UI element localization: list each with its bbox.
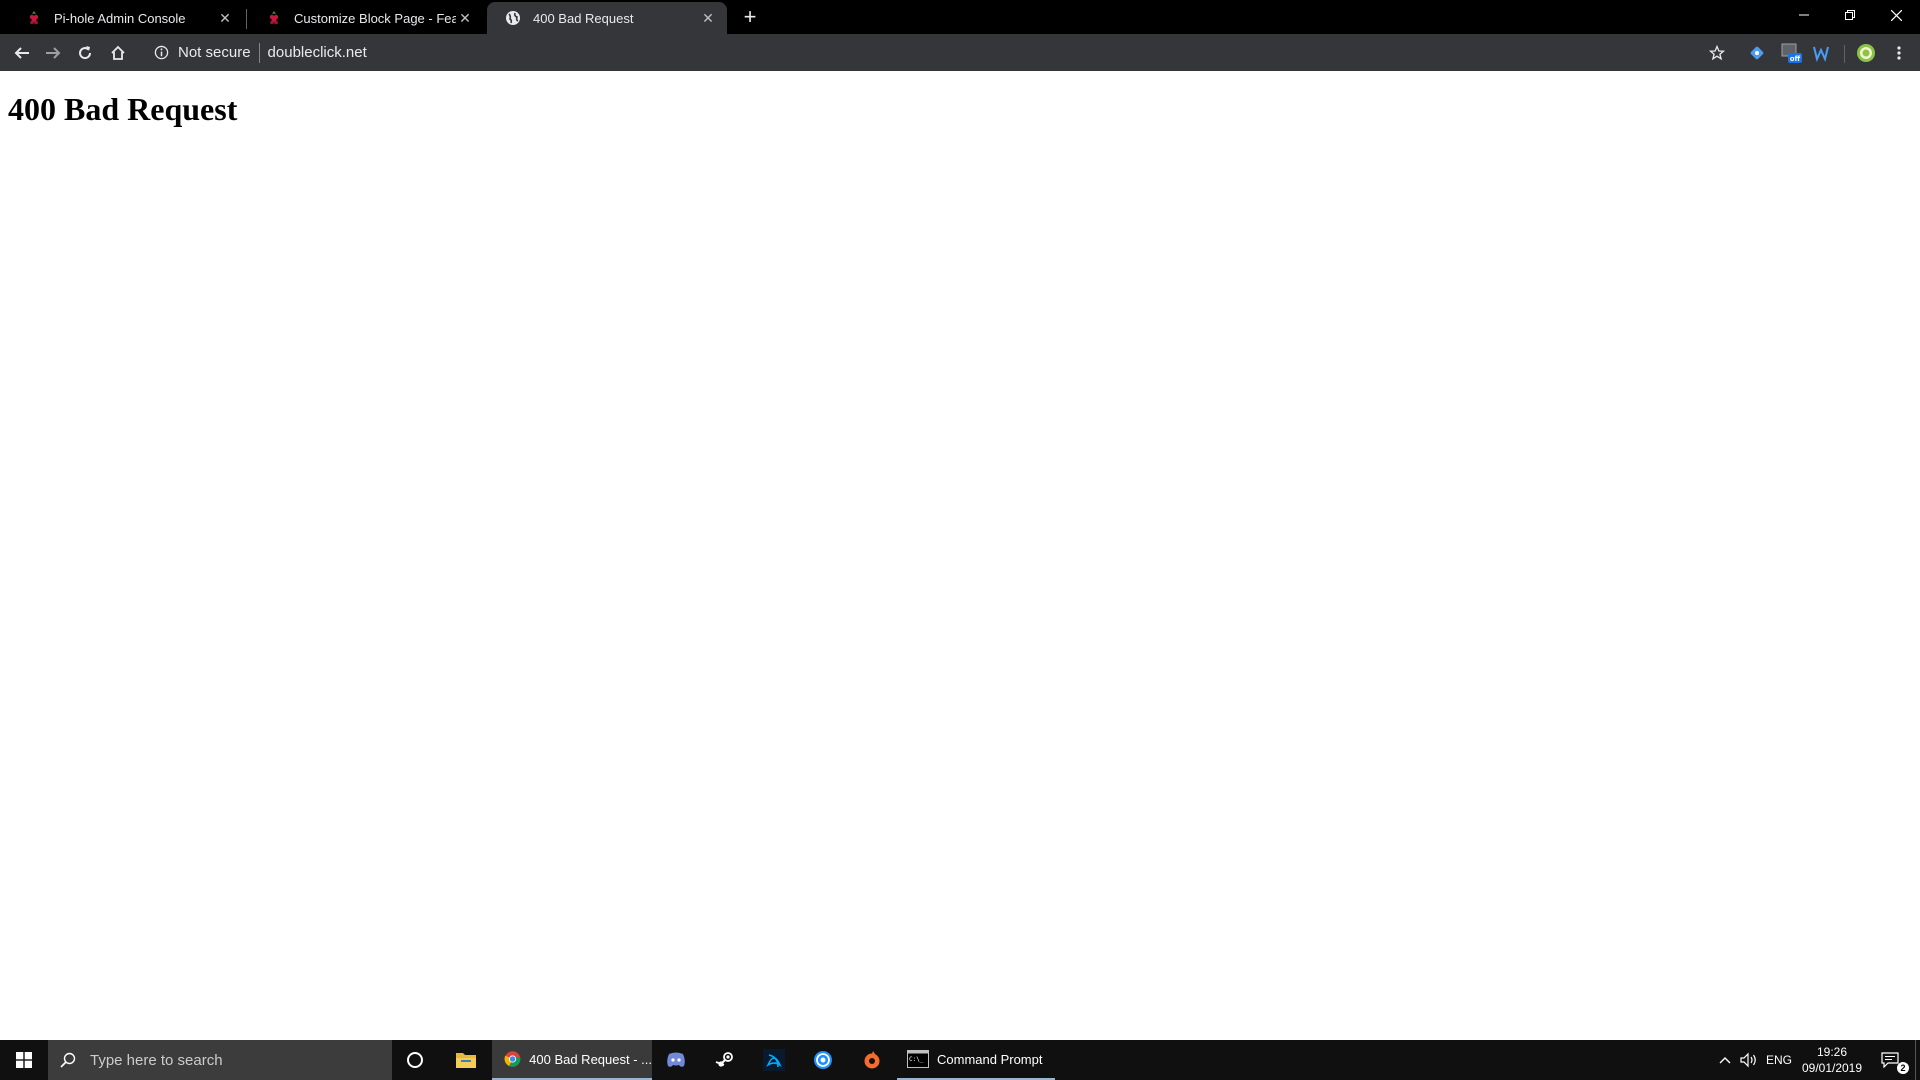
page-heading: 400 Bad Request — [8, 91, 238, 127]
home-button[interactable] — [102, 37, 134, 69]
tab-title: Pi-hole Admin Console — [54, 10, 186, 26]
chrome-icon — [504, 1051, 521, 1067]
windows-taskbar: Type here to search 400 Bad Request - ..… — [0, 1040, 1920, 1080]
page-content: 400 Bad Request — [0, 71, 1920, 1040]
steam-icon — [715, 1052, 733, 1067]
browser-toolbar: Not secure doubleclick.net off — [0, 34, 1920, 71]
svg-text:C:\_: C:\_ — [909, 1056, 924, 1063]
info-icon[interactable] — [148, 40, 174, 66]
show-hidden-icons-button[interactable] — [1713, 1040, 1737, 1080]
tab-pihole-admin[interactable]: Pi-hole Admin Console ✕ — [8, 2, 244, 34]
close-tab-icon[interactable]: ✕ — [216, 9, 234, 27]
reload-icon — [79, 46, 92, 60]
extension-puzzle-icon — [1750, 46, 1764, 60]
battlenet-icon — [763, 1049, 785, 1071]
notification-count-badge: 2 — [1897, 1062, 1909, 1074]
tab-title: Customize Block Page - Feature — [294, 10, 456, 26]
tab-400-bad-request[interactable]: 400 Bad Request ✕ — [487, 2, 727, 34]
clock[interactable]: 19:26 09/01/2019 — [1792, 1044, 1872, 1076]
cmd-icon: C:\_ — [907, 1050, 929, 1068]
address-bar[interactable]: Not secure doubleclick.net — [144, 37, 1734, 68]
url-text[interactable]: doubleclick.net — [268, 44, 367, 61]
cortana-icon — [407, 1052, 423, 1068]
raspberry-icon — [266, 10, 282, 26]
raspberry-icon — [26, 10, 42, 26]
close-icon — [1890, 9, 1902, 21]
uplay-button[interactable] — [803, 1040, 843, 1080]
profile-avatar-icon — [1857, 44, 1875, 62]
tab-title: 400 Bad Request — [533, 10, 634, 26]
forward-arrow-icon — [46, 47, 61, 59]
volume-button[interactable] — [1737, 1040, 1761, 1080]
off-extension-icon: off — [1781, 43, 1802, 63]
w-extension-button[interactable] — [1810, 42, 1832, 64]
toolbar-divider — [1844, 45, 1845, 63]
svg-text:off: off — [1790, 55, 1801, 63]
start-button[interactable] — [0, 1040, 48, 1080]
star-icon — [1709, 45, 1725, 61]
cortana-button[interactable] — [395, 1040, 435, 1080]
home-icon — [111, 45, 125, 60]
bookmark-star-button[interactable] — [1706, 42, 1728, 64]
new-tab-button[interactable]: + — [738, 5, 762, 29]
tab-divider — [246, 9, 247, 29]
close-tab-icon[interactable]: ✕ — [699, 9, 717, 27]
back-arrow-icon — [14, 47, 29, 59]
discord-icon — [667, 1052, 685, 1067]
clock-time: 19:26 — [1816, 1045, 1848, 1059]
tab-strip: Pi-hole Admin Console ✕ Customize Block … — [0, 0, 1920, 34]
clock-date: 09/01/2019 — [1801, 1061, 1863, 1075]
windows-logo-icon — [16, 1052, 32, 1068]
close-tab-icon[interactable]: ✕ — [456, 9, 474, 27]
kebab-menu-icon — [1897, 46, 1901, 60]
w-extension-icon — [1813, 46, 1829, 62]
language-indicator[interactable]: ENG — [1764, 1040, 1794, 1080]
taskbar-app-label: 400 Bad Request - ... — [529, 1051, 652, 1067]
off-extension-button[interactable]: off — [1780, 42, 1802, 64]
globe-icon — [505, 10, 521, 26]
folder-icon — [456, 1053, 476, 1068]
minimize-button[interactable] — [1781, 0, 1827, 30]
close-window-button[interactable] — [1873, 0, 1919, 30]
omnibox-divider — [258, 42, 260, 63]
speaker-icon — [1740, 1052, 1756, 1068]
forward-button[interactable] — [37, 37, 69, 69]
chevron-up-icon — [1719, 1057, 1731, 1064]
back-button[interactable] — [6, 37, 38, 69]
command-prompt-taskbar-button[interactable]: C:\_ Command Prompt — [897, 1040, 1055, 1080]
restore-icon — [1845, 10, 1855, 20]
origin-icon — [864, 1051, 880, 1069]
chrome-taskbar-button[interactable]: 400 Bad Request - ... — [492, 1040, 652, 1080]
minimize-icon — [1799, 14, 1809, 16]
origin-button[interactable] — [852, 1040, 892, 1080]
chrome-menu-button[interactable] — [1888, 42, 1910, 64]
reload-button[interactable] — [69, 37, 101, 69]
action-center-button[interactable] — [1875, 1040, 1905, 1080]
battlenet-button[interactable] — [754, 1040, 794, 1080]
discord-button[interactable] — [656, 1040, 696, 1080]
file-explorer-button[interactable] — [446, 1040, 486, 1080]
security-label[interactable]: Not secure — [178, 44, 251, 61]
show-desktop-button[interactable] — [1915, 1040, 1920, 1080]
extension-puzzle-button[interactable] — [1746, 42, 1768, 64]
taskbar-app-label: Command Prompt — [937, 1051, 1043, 1067]
search-icon — [48, 1040, 88, 1080]
tab-customize-block-page[interactable]: Customize Block Page - Feature ✕ — [248, 2, 484, 34]
steam-button[interactable] — [705, 1040, 745, 1080]
uplay-icon — [814, 1051, 832, 1069]
restore-button[interactable] — [1827, 0, 1873, 30]
search-placeholder: Type here to search — [90, 1051, 223, 1069]
taskbar-search-input[interactable]: Type here to search — [48, 1040, 392, 1080]
profile-avatar-button[interactable] — [1855, 42, 1877, 64]
